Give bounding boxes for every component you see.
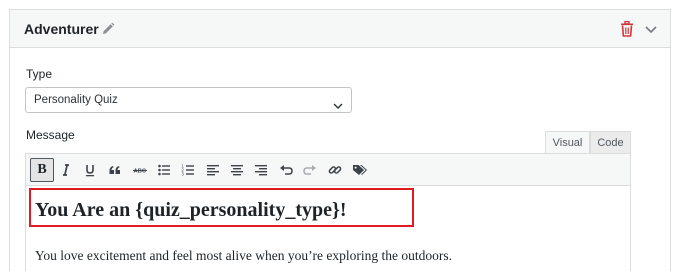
numbered-list-icon: 1 2 3 — [182, 164, 194, 177]
tag-icon — [353, 165, 367, 175]
panel-title: Adventurer — [24, 21, 99, 37]
quote-icon — [109, 166, 120, 174]
undo-icon — [280, 165, 293, 175]
chevron-down-icon — [333, 97, 343, 109]
bold-icon: B — [37, 162, 47, 177]
link-icon — [328, 166, 342, 174]
align-center-icon — [231, 165, 243, 176]
message-editor: B ABC 1 2 3 You Are an {quiz_personality… — [25, 153, 631, 271]
type-select[interactable]: Personality Quiz — [25, 87, 352, 113]
svg-text:ABC: ABC — [134, 169, 147, 175]
align-center-button[interactable] — [225, 158, 249, 182]
message-paragraph: You love excitement and feel most alive … — [35, 248, 453, 263]
strikethrough-icon: ABC — [133, 169, 147, 175]
strikethrough-button[interactable]: ABC — [128, 158, 152, 182]
tag-button[interactable] — [348, 158, 372, 182]
tab-code[interactable]: Code — [590, 131, 631, 154]
quiz-outcome-panel: Adventurer Type Personality Quiz Message… — [9, 9, 671, 271]
link-button[interactable] — [323, 158, 347, 182]
svg-text:3: 3 — [182, 172, 185, 177]
type-label: Type — [26, 67, 53, 81]
underline-icon — [86, 165, 94, 177]
align-left-button[interactable] — [201, 158, 225, 182]
editor-toolbar: B ABC 1 2 3 — [26, 154, 630, 186]
trash-icon[interactable] — [620, 20, 634, 37]
panel-header[interactable]: Adventurer — [10, 10, 670, 48]
bold-button[interactable]: B — [30, 158, 54, 182]
bullet-list-button[interactable] — [152, 158, 176, 182]
align-right-icon — [255, 165, 267, 176]
blockquote-button[interactable] — [103, 158, 127, 182]
align-left-icon — [207, 165, 219, 176]
bullet-list-icon — [158, 164, 170, 176]
message-label: Message — [26, 128, 75, 142]
undo-button[interactable] — [274, 158, 298, 182]
chevron-down-icon[interactable] — [644, 23, 658, 35]
redo-icon — [303, 165, 316, 175]
italic-icon — [63, 164, 69, 176]
align-right-button[interactable] — [249, 158, 273, 182]
type-select-value: Personality Quiz — [34, 94, 118, 106]
italic-button[interactable] — [54, 158, 78, 182]
numbered-list-button[interactable]: 1 2 3 — [176, 158, 200, 182]
underline-button[interactable] — [78, 158, 102, 182]
pencil-icon[interactable] — [101, 22, 115, 36]
redo-button[interactable] — [298, 158, 322, 182]
message-heading: You Are an {quiz_personality_type}! — [35, 199, 347, 221]
tab-visual[interactable]: Visual — [545, 131, 590, 154]
editor-content[interactable]: You Are an {quiz_personality_type}! You … — [26, 187, 630, 271]
